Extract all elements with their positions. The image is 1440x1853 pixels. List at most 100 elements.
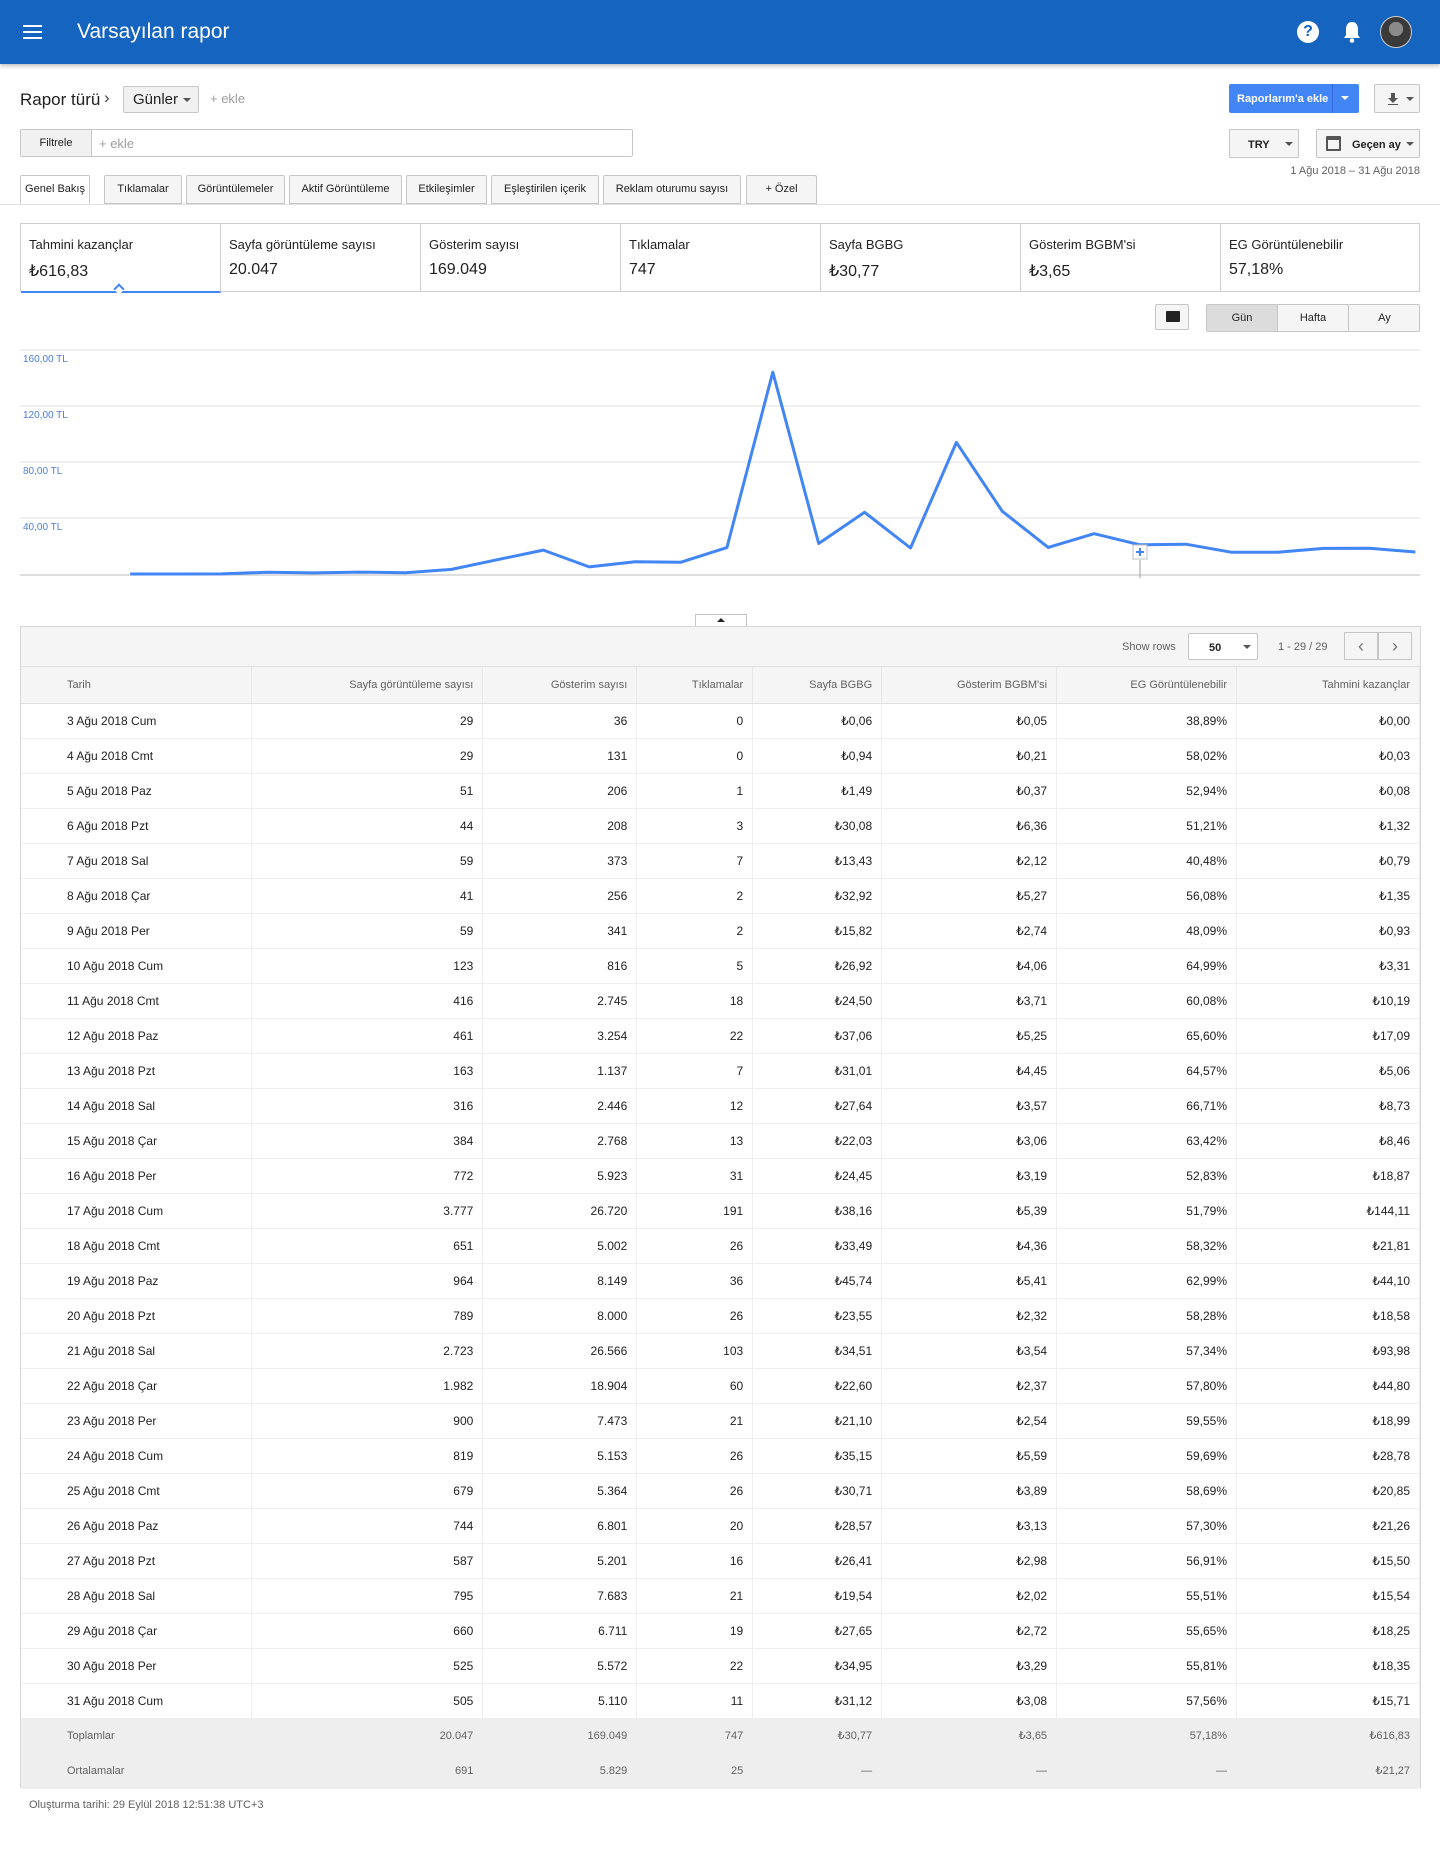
next-page-button[interactable]: ›: [1378, 632, 1412, 660]
table-cell: 58,28%: [1056, 1298, 1237, 1334]
table-cell: 31 Ağu 2018 Cum: [21, 1683, 253, 1719]
scorecard-page-views[interactable]: Sayfa görüntüleme sayısı 20.047: [221, 224, 421, 291]
table-cell: 48,09%: [1056, 913, 1237, 949]
table-cell: 27 Ağu 2018 Pzt: [21, 1543, 253, 1579]
table-cell: 316: [251, 1088, 484, 1124]
help-icon[interactable]: ?: [1297, 21, 1319, 43]
scorecard-impression-rpm[interactable]: Gösterim BGBM'si ₺3,65: [1021, 224, 1221, 291]
table-cell: ₺30,71: [752, 1473, 883, 1509]
table-cell: 21: [636, 1578, 754, 1614]
dimension-select[interactable]: Günler: [123, 86, 199, 113]
rows-per-page-select[interactable]: 50: [1188, 633, 1258, 660]
scorecard-estimated-earnings[interactable]: Tahmini kazançlar ₺616,83: [21, 224, 221, 295]
scorecard-impressions[interactable]: Gösterim sayısı 169.049: [421, 224, 621, 291]
table-cell: 416: [251, 983, 484, 1019]
table-row: 15 Ağu 2018 Çar 384 2.768 13 ₺22,03 ₺3,06 63,4…: [21, 1123, 1420, 1159]
table-cell: 3.254: [482, 1018, 638, 1054]
table-cell: 5.572: [482, 1648, 638, 1684]
tab-custom[interactable]: + Özel: [746, 175, 817, 204]
tab-ad-sessions[interactable]: Reklam oturumu sayısı: [603, 175, 741, 204]
table-cell: ₺10,19: [1236, 983, 1420, 1019]
table-cell: 57,30%: [1056, 1508, 1237, 1544]
download-icon: [1388, 93, 1398, 105]
scorecard-clicks[interactable]: Tıklamalar 747: [621, 224, 821, 291]
table-cell: 11: [636, 1683, 754, 1719]
table-cell: ₺3,08: [881, 1683, 1058, 1719]
add-to-my-reports-button[interactable]: Raporlarım'a ekle: [1229, 84, 1359, 113]
date-range-select[interactable]: Geçen ay: [1316, 129, 1420, 158]
menu-icon[interactable]: [20, 18, 48, 46]
table-cell: ₺28,78: [1236, 1438, 1420, 1474]
column-header[interactable]: Gösterim BGBM'si: [881, 667, 1058, 704]
tab-clicks[interactable]: Tıklamalar: [104, 175, 182, 204]
column-header[interactable]: Sayfa BGBG: [752, 667, 883, 704]
table-cell: ₺0,93: [1236, 913, 1420, 949]
scorecard-value: ₺3,65: [1029, 263, 1071, 280]
notifications-bell-icon[interactable]: [1341, 20, 1363, 44]
column-header[interactable]: Sayfa görüntüleme sayısı: [251, 667, 484, 704]
table-cell: 23 Ağu 2018 Per: [21, 1403, 253, 1439]
scorecard-page-rpm[interactable]: Sayfa BGBG ₺30,77: [821, 224, 1021, 291]
table-cell: 22 Ağu 2018 Çar: [21, 1368, 253, 1404]
table-cell: ₺27,64: [752, 1088, 883, 1124]
generated-timestamp: Oluşturma tarihi: 29 Eylül 2018 12:51:38…: [29, 1799, 264, 1811]
chevron-down-icon[interactable]: [1341, 96, 1349, 100]
scorecard-value: ₺30,77: [829, 263, 880, 280]
table-cell: 29: [251, 703, 484, 739]
filter-input[interactable]: [99, 130, 619, 156]
table-cell: ₺2,12: [881, 843, 1058, 879]
avatar[interactable]: [1380, 16, 1412, 48]
pagination-range: 1 - 29 / 29: [1278, 641, 1328, 653]
table-cell: ₺0,21: [881, 738, 1058, 774]
table-header-row: Tarih Sayfa görüntüleme sayısı Gösterim sa…: [21, 667, 1420, 704]
table-cell: 505: [251, 1683, 484, 1719]
tab-views[interactable]: Görüntülemeler: [186, 175, 285, 204]
table-cell: ₺6,36: [881, 808, 1058, 844]
granularity-day-button[interactable]: Gün: [1207, 305, 1278, 331]
column-header[interactable]: Tahmini kazançlar: [1236, 667, 1420, 704]
tab-overview[interactable]: Genel Bakış: [20, 175, 90, 204]
currency-select[interactable]: TRY: [1229, 129, 1299, 158]
tab-interactions[interactable]: Etkileşimler: [406, 175, 487, 204]
column-header[interactable]: EG Görüntülenebilir: [1056, 667, 1237, 704]
column-header[interactable]: Gösterim sayısı: [482, 667, 638, 704]
scorecard-label: EG Görüntülenebilir: [1229, 237, 1344, 252]
scorecard-value: 747: [629, 261, 656, 278]
table-toolbar: Show rows 50 1 - 29 / 29 ‹ ›: [21, 627, 1420, 667]
series-line-earnings[interactable]: [130, 370, 1416, 576]
table-cell: ₺5,41: [881, 1263, 1058, 1299]
table-cell: ₺4,45: [881, 1053, 1058, 1089]
annotations-button[interactable]: [1155, 304, 1189, 330]
tab-matched-content[interactable]: Eşleştirilen içerik: [491, 175, 599, 204]
table-cell: 7 Ağu 2018 Sal: [21, 843, 253, 879]
table-cell: 57,18%: [1056, 1718, 1237, 1754]
table-cell: 7.473: [482, 1403, 638, 1439]
scorecard-active-view-viewable[interactable]: EG Görüntülenebilir 57,18%: [1221, 224, 1419, 291]
column-header[interactable]: Tarih: [21, 667, 253, 704]
split-divider: [1332, 84, 1333, 113]
y-tick-label: 160,00 TL: [23, 354, 68, 365]
previous-page-button[interactable]: ‹: [1344, 632, 1378, 660]
table-cell: ₺21,81: [1236, 1228, 1420, 1264]
table-cell: ₺13,43: [752, 843, 883, 879]
chevron-down-icon: [183, 98, 191, 102]
scorecard-value: 20.047: [229, 261, 278, 278]
granularity-month-button[interactable]: Ay: [1349, 305, 1420, 331]
table-cell: 66,71%: [1056, 1088, 1237, 1124]
table-cell: 20.047: [251, 1718, 484, 1754]
column-header[interactable]: Tıklamalar: [636, 667, 754, 704]
table-cell: 13: [636, 1123, 754, 1159]
table-cell: ₺44,10: [1236, 1263, 1420, 1299]
table-cell: 2.446: [482, 1088, 638, 1124]
filter-button[interactable]: Filtrele: [21, 130, 92, 156]
collapse-chart-button[interactable]: [695, 614, 747, 626]
granularity-week-button[interactable]: Hafta: [1278, 305, 1349, 331]
add-dimension-link[interactable]: + ekle: [210, 91, 245, 106]
table-cell: ₺18,58: [1236, 1298, 1420, 1334]
table-cell: 22: [636, 1018, 754, 1054]
download-button[interactable]: [1374, 84, 1420, 113]
table-cell: 58,02%: [1056, 738, 1237, 774]
tab-active-view[interactable]: Aktif Görüntüleme: [289, 175, 402, 204]
table-cell: 51,21%: [1056, 808, 1237, 844]
table-row: 24 Ağu 2018 Cum 819 5.153 26 ₺35,15 ₺5,59 59,6…: [21, 1438, 1420, 1474]
